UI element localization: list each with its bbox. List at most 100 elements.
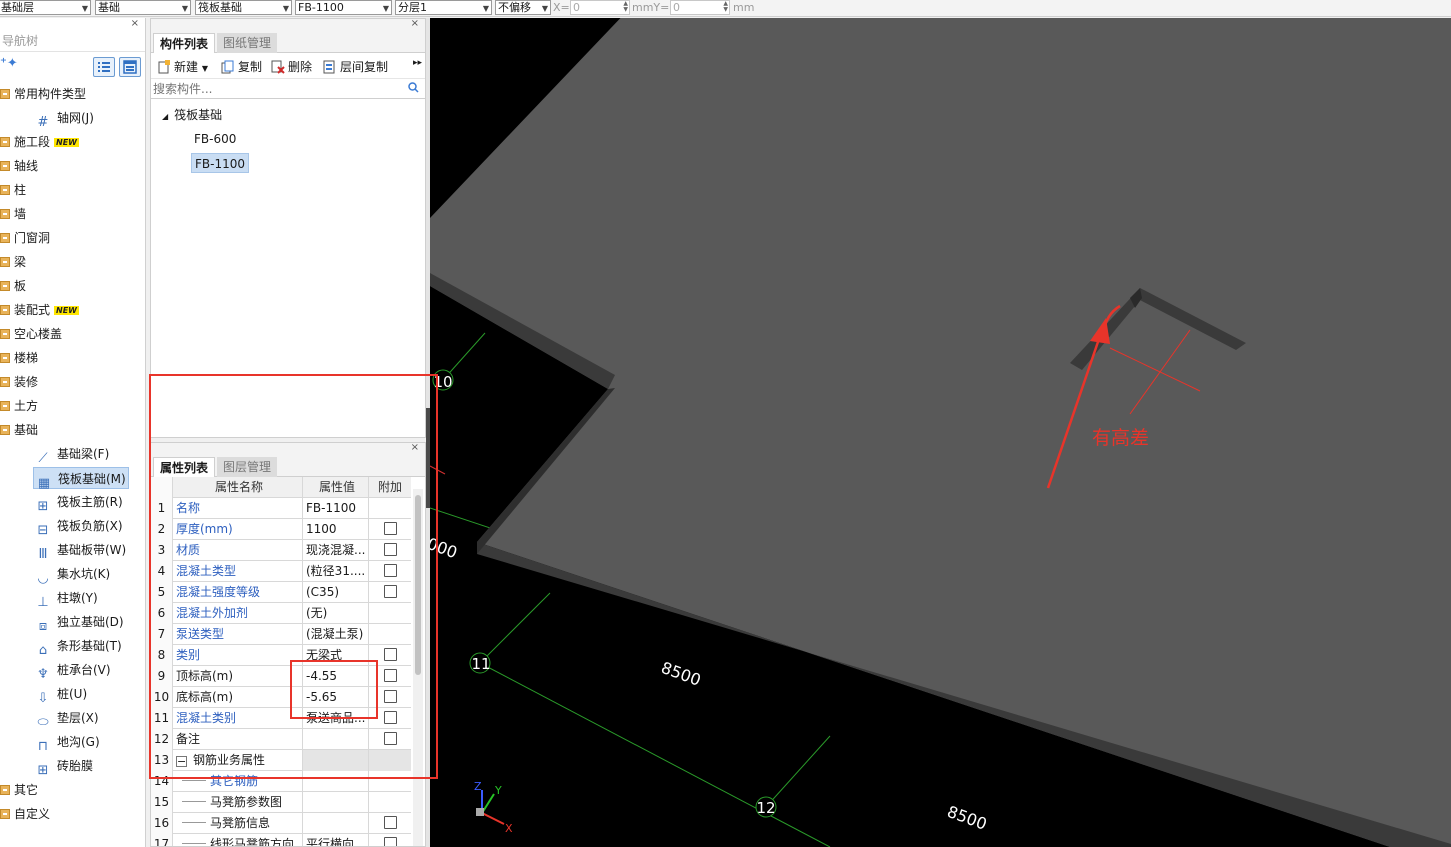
close-icon[interactable]: × bbox=[411, 18, 419, 29]
property-row[interactable]: 11 混凝土类别 泵送商品... bbox=[151, 708, 411, 729]
type-select[interactable]: 筏板基础 ▼ bbox=[195, 0, 292, 15]
folder-toggle-icon[interactable] bbox=[0, 305, 10, 315]
property-row[interactable]: 3 材质 现浇混凝... bbox=[151, 540, 411, 561]
property-row[interactable]: 13− 钢筋业务属性 bbox=[151, 750, 411, 771]
new-button[interactable]: 新建 ▼ bbox=[157, 58, 208, 75]
nav-item[interactable]: 板 bbox=[0, 275, 26, 297]
component-search-input[interactable] bbox=[153, 81, 403, 97]
property-value[interactable] bbox=[303, 792, 369, 813]
extra-checkbox[interactable] bbox=[383, 522, 397, 535]
tab-drawing-management[interactable]: 图纸管理 bbox=[217, 33, 278, 53]
property-row[interactable]: 6 混凝土外加剂 (无) bbox=[151, 603, 411, 624]
search-icon[interactable] bbox=[408, 82, 419, 93]
extra-checkbox[interactable] bbox=[383, 732, 397, 745]
folder-toggle-icon[interactable] bbox=[0, 353, 10, 363]
extra-checkbox[interactable] bbox=[383, 816, 397, 829]
property-row[interactable]: 15 马凳筋参数图 bbox=[151, 792, 411, 813]
property-value[interactable] bbox=[303, 729, 369, 750]
extra-checkbox[interactable] bbox=[383, 690, 397, 703]
nav-item[interactable]: ⇩ 桩(U) bbox=[35, 683, 88, 706]
spin-icon[interactable]: ▲ ▼ bbox=[623, 1, 628, 13]
nav-item[interactable]: 空心楼盖 bbox=[0, 323, 62, 345]
property-value[interactable] bbox=[303, 813, 369, 834]
copy-button[interactable]: 复制 bbox=[221, 58, 262, 75]
nav-item[interactable]: 基础 bbox=[0, 419, 38, 441]
property-value[interactable]: (混凝土泵) bbox=[303, 624, 369, 645]
tree-item-fb-1100[interactable]: FB-1100 bbox=[191, 153, 250, 173]
property-value[interactable] bbox=[303, 750, 369, 771]
scrollbar-thumb[interactable] bbox=[415, 495, 421, 675]
property-row[interactable]: 5 混凝土强度等级 (C35) bbox=[151, 582, 411, 603]
floor-select[interactable]: 基础层 ▼ bbox=[0, 0, 91, 15]
nav-item[interactable]: 梁 bbox=[0, 251, 26, 273]
layer-select[interactable]: 分层1 ▼ bbox=[395, 0, 492, 15]
nav-item[interactable]: ⟋ 基础梁(F) bbox=[35, 443, 109, 466]
nav-item[interactable]: ⊞ 筏板主筋(R) bbox=[35, 491, 123, 514]
folder-toggle-icon[interactable] bbox=[0, 809, 10, 819]
property-value[interactable]: (C35) bbox=[303, 582, 369, 603]
tab-property-list[interactable]: 属性列表 bbox=[153, 457, 216, 477]
folder-toggle-icon[interactable] bbox=[0, 785, 10, 795]
nav-item[interactable]: 门窗洞 bbox=[0, 227, 50, 249]
property-value[interactable]: 现浇混凝... bbox=[303, 540, 369, 561]
property-row[interactable]: 14 其它钢筋 bbox=[151, 771, 411, 792]
nav-item[interactable]: 装配式 NEW bbox=[0, 299, 79, 321]
folder-toggle-icon[interactable] bbox=[0, 281, 10, 291]
nav-item[interactable]: ◡ 集水坑(K) bbox=[35, 563, 110, 586]
folder-toggle-icon[interactable] bbox=[0, 329, 10, 339]
property-row[interactable]: 7 泵送类型 (混凝土泵) bbox=[151, 624, 411, 645]
folder-toggle-icon[interactable] bbox=[0, 377, 10, 387]
property-value[interactable]: 无梁式 bbox=[303, 645, 369, 666]
property-value[interactable]: -4.55 bbox=[303, 666, 369, 687]
expand-triangle-icon[interactable]: ◢ bbox=[162, 112, 168, 121]
nav-item[interactable]: 自定义 bbox=[0, 803, 50, 825]
floor-copy-button[interactable]: 层间复制 bbox=[323, 58, 388, 75]
property-value[interactable] bbox=[303, 771, 369, 792]
extra-checkbox[interactable] bbox=[383, 669, 397, 682]
property-row[interactable]: 10 底标高(m) -5.65 bbox=[151, 687, 411, 708]
folder-toggle-icon[interactable] bbox=[0, 425, 10, 435]
nav-item[interactable]: ⊓ 地沟(G) bbox=[35, 731, 100, 754]
property-row[interactable]: 1 名称 FB-1100 bbox=[151, 498, 411, 519]
3d-viewport[interactable]: 有高差 10 11 12 8500 8500 000 Z Y X bbox=[430, 18, 1451, 847]
component-select[interactable]: FB-1100 ▼ bbox=[295, 0, 392, 15]
nav-item[interactable]: 柱 bbox=[0, 179, 26, 201]
y-offset-input[interactable]: 0 ▲ ▼ bbox=[670, 0, 730, 15]
property-value[interactable]: 平行横向... bbox=[303, 834, 369, 846]
folder-toggle-icon[interactable] bbox=[0, 209, 10, 219]
extra-checkbox[interactable] bbox=[383, 543, 397, 556]
extra-checkbox[interactable] bbox=[383, 585, 397, 598]
folder-toggle-icon[interactable] bbox=[0, 401, 10, 411]
nav-item[interactable]: 土方 bbox=[0, 395, 38, 417]
nav-item[interactable]: Ⅲ 基础板带(W) bbox=[35, 539, 127, 562]
offset-select[interactable]: 不偏移 ▼ bbox=[495, 0, 551, 15]
property-row[interactable]: 16 马凳筋信息 bbox=[151, 813, 411, 834]
list-view-button[interactable] bbox=[93, 57, 115, 77]
folder-toggle-icon[interactable] bbox=[0, 89, 10, 99]
delete-button[interactable]: 删除 bbox=[271, 58, 312, 75]
property-value[interactable]: 1100 bbox=[303, 519, 369, 540]
x-offset-input[interactable]: 0 ▲ ▼ bbox=[570, 0, 630, 15]
nav-item[interactable]: 装修 bbox=[0, 371, 38, 393]
nav-item[interactable]: ⊥ 柱墩(Y) bbox=[35, 587, 97, 610]
category-select[interactable]: 基础 ▼ bbox=[95, 0, 191, 15]
tab-component-list[interactable]: 构件列表 bbox=[153, 33, 216, 53]
folder-toggle-icon[interactable] bbox=[0, 257, 10, 267]
tree-item-fb-600[interactable]: FB-600 bbox=[191, 129, 239, 149]
collapse-icon[interactable]: − bbox=[176, 756, 187, 767]
property-row[interactable]: 17 线形马凳筋方向 平行横向... bbox=[151, 834, 411, 846]
property-row[interactable]: 8 类别 无梁式 bbox=[151, 645, 411, 666]
property-scrollbar[interactable] bbox=[413, 489, 423, 846]
nav-item[interactable]: 楼梯 bbox=[0, 347, 38, 369]
nav-item[interactable]: ⬭ 垫层(X) bbox=[35, 707, 98, 730]
nav-item[interactable]: 轴线 bbox=[0, 155, 38, 177]
nav-item[interactable]: 施工段 NEW bbox=[0, 131, 79, 153]
nav-item[interactable]: ▦ 筏板基础(M) bbox=[33, 467, 129, 491]
folder-toggle-icon[interactable] bbox=[0, 185, 10, 195]
property-value[interactable]: (粒径31.... bbox=[303, 561, 369, 582]
close-icon[interactable]: × bbox=[131, 18, 139, 29]
viewport-canvas[interactable]: 有高差 10 11 12 8500 8500 000 Z Y X bbox=[430, 18, 1451, 847]
nav-item[interactable]: ⧈ 独立基础(D) bbox=[35, 611, 124, 634]
nav-item[interactable]: ♆ 桩承台(V) bbox=[35, 659, 110, 682]
property-value[interactable]: -5.65 bbox=[303, 687, 369, 708]
